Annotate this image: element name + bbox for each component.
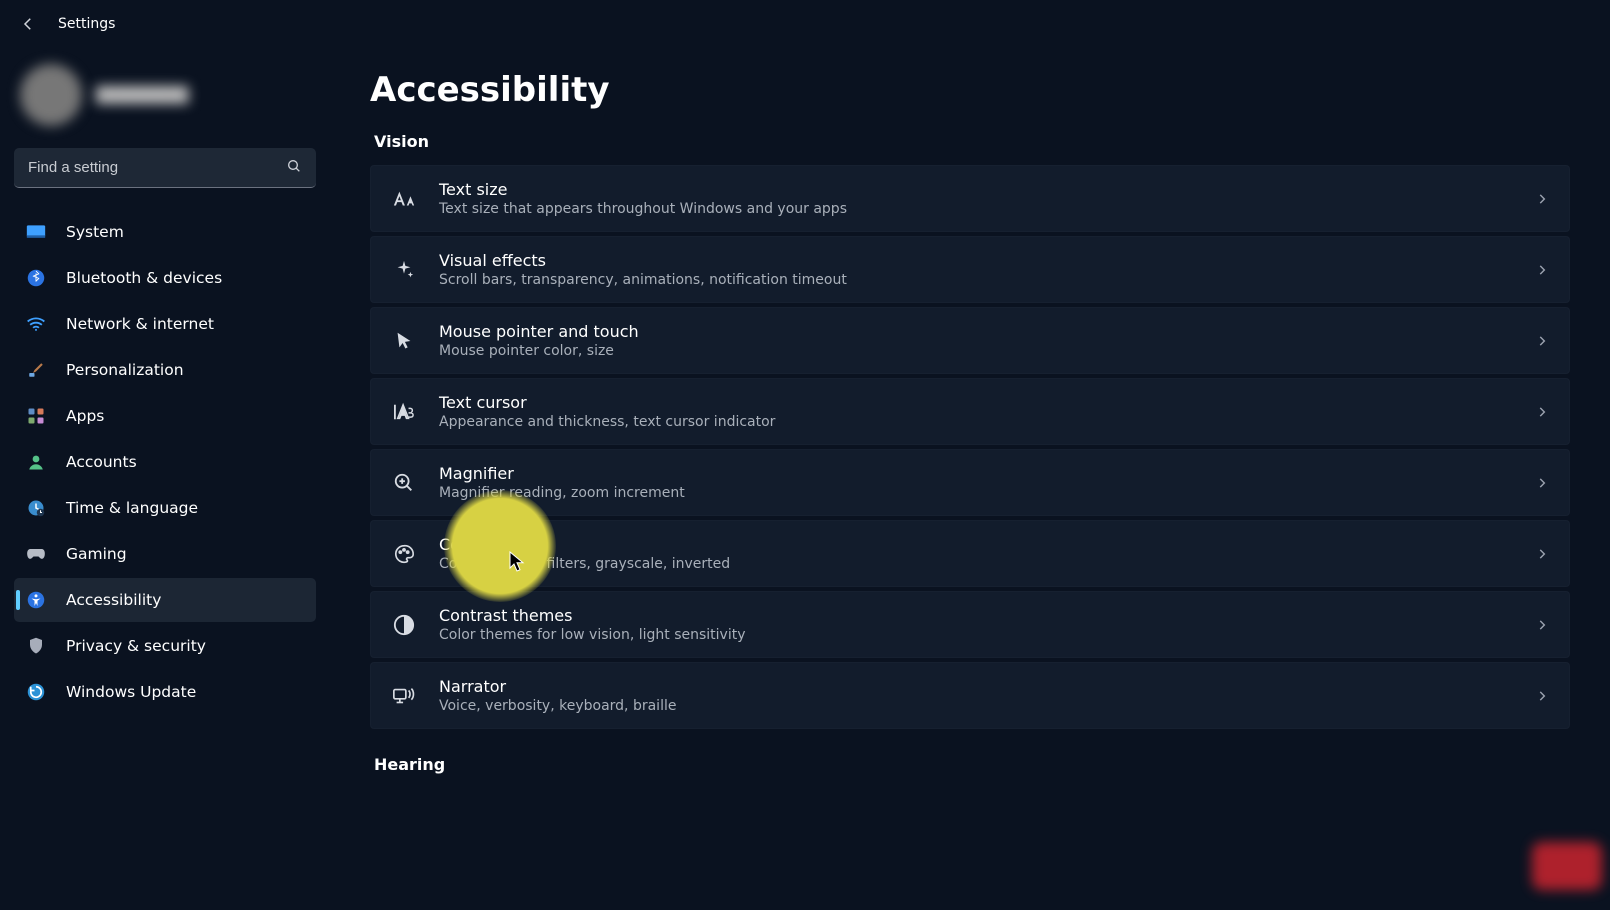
content-area: Accessibility Vision Text size Text size… bbox=[330, 48, 1610, 910]
card-sub: Colorblindness filters, grayscale, inver… bbox=[439, 556, 1535, 572]
search-input[interactable] bbox=[14, 148, 316, 188]
nav-label: Time & language bbox=[66, 499, 198, 517]
card-title: Magnifier bbox=[439, 464, 1535, 483]
card-title: Contrast themes bbox=[439, 606, 1535, 625]
nav-label: Accessibility bbox=[66, 591, 161, 609]
nav-gaming[interactable]: Gaming bbox=[14, 532, 316, 576]
avatar bbox=[20, 64, 82, 126]
chevron-right-icon bbox=[1535, 263, 1549, 277]
apps-icon bbox=[26, 406, 46, 426]
chevron-right-icon bbox=[1535, 405, 1549, 419]
back-button[interactable] bbox=[18, 14, 38, 34]
chevron-right-icon bbox=[1535, 334, 1549, 348]
card-title: Color filters bbox=[439, 535, 1535, 554]
nav-label: Windows Update bbox=[66, 683, 196, 701]
nav-label: Gaming bbox=[66, 545, 127, 563]
card-visual-effects[interactable]: Visual effects Scroll bars, transparency… bbox=[370, 236, 1570, 303]
wifi-icon bbox=[26, 314, 46, 334]
card-text-size[interactable]: Text size Text size that appears through… bbox=[370, 165, 1570, 232]
app-title: Settings bbox=[58, 16, 115, 32]
text-cursor-icon bbox=[391, 399, 417, 425]
section-hearing: Hearing bbox=[374, 755, 1570, 774]
palette-icon bbox=[391, 541, 417, 567]
nav-label: Privacy & security bbox=[66, 637, 206, 655]
nav-list: System Bluetooth & devices Network & int… bbox=[14, 210, 316, 714]
card-color-filters[interactable]: Color filters Colorblindness filters, gr… bbox=[370, 520, 1570, 587]
profile-text: ████████ bbox=[96, 86, 188, 104]
nav-network[interactable]: Network & internet bbox=[14, 302, 316, 346]
nav-apps[interactable]: Apps bbox=[14, 394, 316, 438]
card-sub: Mouse pointer color, size bbox=[439, 343, 1535, 359]
card-text-cursor[interactable]: Text cursor Appearance and thickness, te… bbox=[370, 378, 1570, 445]
card-sub: Scroll bars, transparency, animations, n… bbox=[439, 272, 1535, 288]
paintbrush-icon bbox=[26, 360, 46, 380]
chevron-right-icon bbox=[1535, 192, 1549, 206]
card-sub: Magnifier reading, zoom increment bbox=[439, 485, 1535, 501]
chevron-right-icon bbox=[1535, 689, 1549, 703]
nav-label: Personalization bbox=[66, 361, 184, 379]
update-icon bbox=[26, 682, 46, 702]
card-mouse-pointer[interactable]: Mouse pointer and touch Mouse pointer co… bbox=[370, 307, 1570, 374]
card-contrast-themes[interactable]: Contrast themes Color themes for low vis… bbox=[370, 591, 1570, 658]
magnifier-icon bbox=[391, 470, 417, 496]
card-title: Text cursor bbox=[439, 393, 1535, 412]
nav-personalization[interactable]: Personalization bbox=[14, 348, 316, 392]
nav-system[interactable]: System bbox=[14, 210, 316, 254]
search-box[interactable] bbox=[14, 148, 316, 188]
card-title: Text size bbox=[439, 180, 1535, 199]
nav-accounts[interactable]: Accounts bbox=[14, 440, 316, 484]
cursor-icon bbox=[391, 328, 417, 354]
card-magnifier[interactable]: Magnifier Magnifier reading, zoom increm… bbox=[370, 449, 1570, 516]
nav-label: Accounts bbox=[66, 453, 137, 471]
nav-accessibility[interactable]: Accessibility bbox=[14, 578, 316, 622]
nav-label: System bbox=[66, 223, 124, 241]
chevron-right-icon bbox=[1535, 618, 1549, 632]
clock-globe-icon bbox=[26, 498, 46, 518]
card-narrator[interactable]: Narrator Voice, verbosity, keyboard, bra… bbox=[370, 662, 1570, 729]
nav-label: Bluetooth & devices bbox=[66, 269, 222, 287]
accessibility-icon bbox=[26, 590, 46, 610]
card-title: Mouse pointer and touch bbox=[439, 322, 1535, 341]
card-title: Narrator bbox=[439, 677, 1535, 696]
sidebar: ████████ System Bluetooth bbox=[0, 48, 330, 910]
shield-icon bbox=[26, 636, 46, 656]
gamepad-icon bbox=[26, 544, 46, 564]
card-title: Visual effects bbox=[439, 251, 1535, 270]
corner-badge bbox=[1532, 842, 1602, 890]
narrator-icon bbox=[391, 683, 417, 709]
profile-area[interactable]: ████████ bbox=[14, 60, 316, 130]
sparkle-icon bbox=[391, 257, 417, 283]
chevron-right-icon bbox=[1535, 547, 1549, 561]
nav-privacy[interactable]: Privacy & security bbox=[14, 624, 316, 668]
nav-bluetooth[interactable]: Bluetooth & devices bbox=[14, 256, 316, 300]
nav-time[interactable]: Time & language bbox=[14, 486, 316, 530]
section-vision: Vision bbox=[374, 132, 1570, 151]
display-icon bbox=[26, 222, 46, 242]
card-sub: Color themes for low vision, light sensi… bbox=[439, 627, 1535, 643]
bluetooth-icon bbox=[26, 268, 46, 288]
card-sub: Appearance and thickness, text cursor in… bbox=[439, 414, 1535, 430]
page-title: Accessibility bbox=[370, 70, 1570, 110]
card-sub: Voice, verbosity, keyboard, braille bbox=[439, 698, 1535, 714]
nav-label: Apps bbox=[66, 407, 104, 425]
back-arrow-icon bbox=[19, 15, 37, 33]
titlebar: Settings bbox=[0, 0, 1610, 48]
text-size-icon bbox=[391, 186, 417, 212]
card-sub: Text size that appears throughout Window… bbox=[439, 201, 1535, 217]
nav-label: Network & internet bbox=[66, 315, 214, 333]
chevron-right-icon bbox=[1535, 476, 1549, 490]
person-icon bbox=[26, 452, 46, 472]
contrast-icon bbox=[391, 612, 417, 638]
nav-update[interactable]: Windows Update bbox=[14, 670, 316, 714]
